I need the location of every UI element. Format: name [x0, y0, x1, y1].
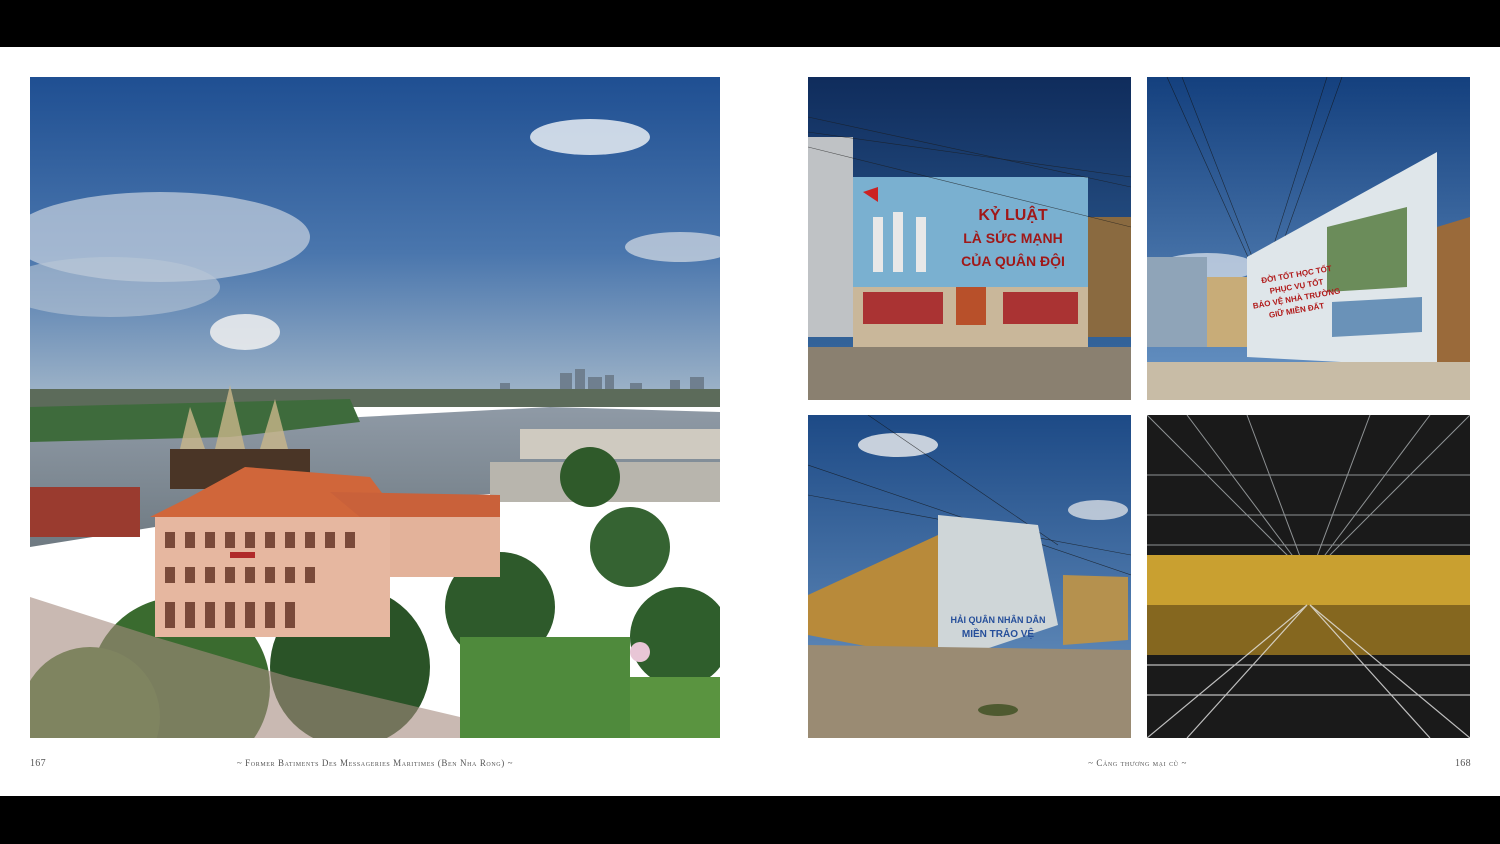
photo-mural-discipline: KỶ LUẬT LÀ SỨC MẠNH CỦA QUÂN ĐỘI — [808, 77, 1131, 400]
mural-text-line1: KỶ LUẬT — [978, 205, 1048, 224]
mural-text-line3: CỦA QUÂN ĐỘI — [961, 252, 1065, 269]
main-photo-riverside-view — [30, 77, 720, 738]
caption-left: ~ Former Batiments Des Messageries Marit… — [236, 758, 514, 768]
photo-warehouse-interior — [1147, 415, 1470, 738]
right-page: KỶ LUẬT LÀ SỨC MẠNH CỦA QUÂN ĐỘI ĐỜI TỐT… — [750, 47, 1500, 796]
photo-warehouse-navy-mural: HẢI QUÂN NHÂN DÂN MIỀN TRẢO VỆ — [808, 415, 1131, 738]
page-number-right: 168 — [1455, 758, 1471, 769]
book-spread: 167 ~ Former Batiments Des Messageries M… — [0, 47, 1500, 796]
caption-right: ~ Cảng thương mại cũ ~ — [1088, 758, 1187, 768]
photo-mural-school: ĐỜI TỐT HỌC TỐT PHỤC VỤ TỐT BẢO VỆ NHÀ T… — [1147, 77, 1470, 400]
left-page: 167 ~ Former Batiments Des Messageries M… — [0, 47, 750, 796]
mural-navy-line1: HẢI QUÂN NHÂN DÂN — [951, 614, 1046, 625]
mural-text-line2: LÀ SỨC MẠNH — [963, 229, 1063, 246]
mural-navy-line2: MIỀN TRẢO VỆ — [962, 627, 1035, 640]
